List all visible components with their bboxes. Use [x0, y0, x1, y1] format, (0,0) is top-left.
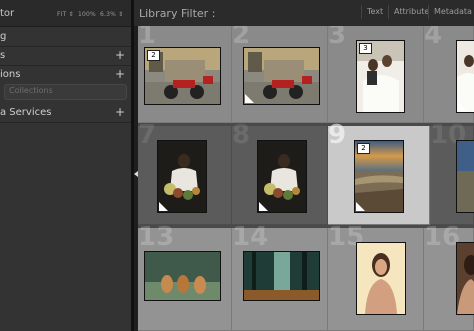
- grid-cell-selected[interactable]: 9 2: [328, 120, 430, 225]
- seascape-photo: [457, 141, 474, 212]
- edited-corner-icon: [356, 202, 365, 211]
- filter-tab-text[interactable]: Text: [361, 5, 388, 19]
- panel-row-label: a Services: [0, 107, 52, 118]
- navigator-title: tor: [0, 8, 15, 19]
- zoom-custom-option[interactable]: 6.3% ⇕: [100, 11, 123, 18]
- edited-corner-icon: [458, 102, 467, 111]
- grid-cell[interactable]: 15: [328, 222, 424, 331]
- woman-portrait-photo: [457, 243, 474, 314]
- photo-thumbnail[interactable]: [144, 251, 221, 301]
- grid-cell[interactable]: 1 2: [138, 26, 232, 123]
- panel-divider[interactable]: [131, 0, 134, 331]
- panel-row-folders[interactable]: s +: [0, 47, 131, 66]
- photo-thumbnail[interactable]: 2: [144, 47, 221, 105]
- cell-index: 8: [232, 120, 251, 150]
- add-publish-service-icon[interactable]: +: [115, 105, 125, 119]
- cell-index: 16: [424, 222, 461, 252]
- photo-thumbnail[interactable]: [456, 140, 474, 213]
- thumbnail-grid: 1 2 2 3 3 4 7 8 9 2 10 13 14 15 16: [138, 26, 474, 331]
- library-filter-bar: Library Filter : Text Attribute Metadata: [134, 0, 474, 27]
- photo-thumbnail[interactable]: [456, 242, 474, 315]
- smart-collections-item[interactable]: Collections: [4, 84, 127, 100]
- photo-thumbnail[interactable]: [243, 251, 320, 301]
- grid-cell[interactable]: 4: [424, 26, 474, 123]
- photo-thumbnail[interactable]: [257, 140, 307, 213]
- filter-tab-metadata[interactable]: Metadata: [428, 5, 474, 19]
- cell-index: 9: [328, 120, 347, 150]
- stack-count-badge[interactable]: 2: [357, 143, 370, 154]
- photo-thumbnail[interactable]: 2: [354, 140, 404, 213]
- cell-index: 14: [232, 222, 269, 252]
- forest-photo: [244, 252, 319, 300]
- panel-row-catalog[interactable]: g: [0, 28, 131, 47]
- grid-cell[interactable]: 13: [138, 222, 232, 331]
- cell-index: 4: [424, 26, 443, 50]
- panel-row-collections[interactable]: ions +: [0, 66, 131, 84]
- zoom-100-option[interactable]: 100%: [78, 11, 96, 18]
- library-filter-title: Library Filter :: [139, 7, 216, 20]
- edited-corner-icon: [159, 202, 168, 211]
- add-folder-icon[interactable]: +: [115, 48, 125, 62]
- add-collection-icon[interactable]: +: [115, 67, 125, 81]
- stack-count-badge[interactable]: 2: [147, 50, 160, 61]
- grid-cell[interactable]: 7: [138, 120, 232, 225]
- grid-cell[interactable]: 10: [430, 120, 474, 225]
- photo-thumbnail[interactable]: [157, 140, 207, 213]
- panel-row-label: g: [0, 31, 7, 42]
- left-panel: tor FIT ⇕ 100% 6.3% ⇕ g s + ions + Colle…: [0, 0, 131, 331]
- photo-thumbnail[interactable]: [456, 40, 474, 113]
- grid-cell[interactable]: 16: [424, 222, 474, 331]
- grid-cell[interactable]: 2: [232, 26, 328, 123]
- cell-index: 7: [138, 120, 157, 150]
- panel-row-publish-services[interactable]: a Services +: [0, 104, 131, 123]
- stack-count-badge[interactable]: 3: [359, 43, 372, 54]
- grid-cell[interactable]: 14: [232, 222, 328, 331]
- panel-row-label: ions: [0, 69, 21, 80]
- navigator-header[interactable]: tor FIT ⇕ 100% 6.3% ⇕: [0, 0, 131, 27]
- edited-corner-icon: [259, 202, 268, 211]
- grid-cell[interactable]: 8: [232, 120, 328, 225]
- photo-thumbnail[interactable]: 3: [356, 40, 405, 113]
- smart-collections-label: Collections: [9, 86, 53, 95]
- woman-portrait-photo: [357, 243, 405, 314]
- grid-cell[interactable]: 3 3: [328, 26, 424, 123]
- cell-index: 13: [138, 222, 175, 252]
- panel-row-label: s: [0, 50, 6, 61]
- photo-thumbnail[interactable]: [243, 47, 320, 105]
- motorcycle-photo: [244, 48, 319, 104]
- dogs-photo: [145, 252, 220, 300]
- cell-index: 3: [328, 26, 347, 50]
- edited-corner-icon: [245, 94, 254, 103]
- zoom-fit-option[interactable]: FIT ⇕: [57, 11, 74, 18]
- photo-thumbnail[interactable]: [356, 242, 406, 315]
